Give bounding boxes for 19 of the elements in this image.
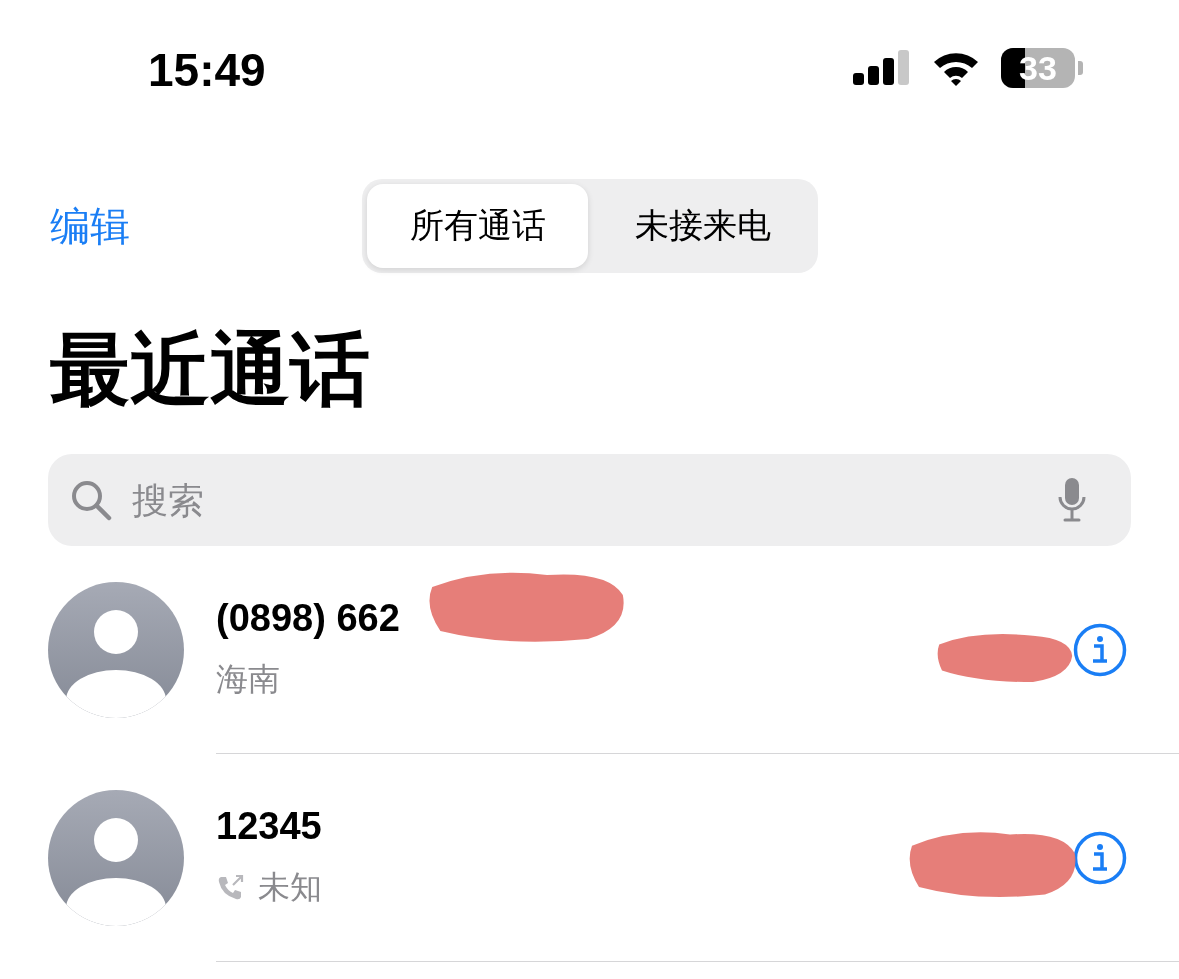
search-icon [70,479,112,521]
avatar-icon [48,582,184,718]
search-field[interactable]: 搜索 [48,454,1131,546]
segment-tab[interactable]: 未接来电 [592,184,813,268]
call-location: 海南 [216,659,280,700]
info-icon[interactable] [1073,830,1127,885]
battery-tip [1078,61,1083,75]
signal-icon [853,49,911,87]
avatar-icon [48,790,184,926]
edit-button[interactable]: 编辑 [50,198,130,254]
microphone-icon[interactable] [1057,477,1087,523]
caller-number: 12345 [216,805,322,848]
search-input[interactable]: 搜索 [130,478,1039,522]
status-time: 15:49 [148,43,266,97]
segment-tab[interactable]: 所有通话 [367,184,588,268]
page-title: 最近通话 [50,322,370,418]
call-location: 未知 [258,867,322,908]
info-icon[interactable] [1073,622,1127,677]
caller-number: (0898) 662 [216,597,400,640]
